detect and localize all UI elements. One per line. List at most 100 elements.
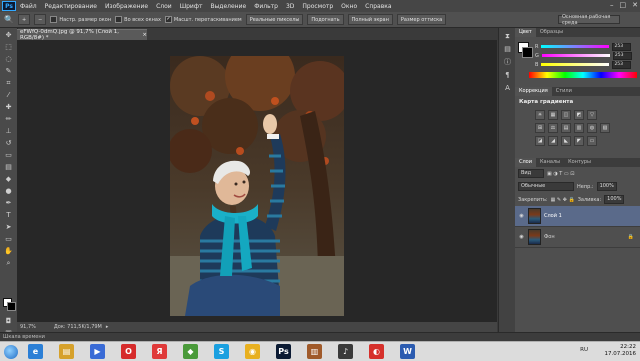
channel-value-b[interactable]: 253 [612, 60, 632, 69]
slider-g[interactable]: G 253 [515, 51, 640, 60]
marquee-tool-icon[interactable]: ⬚ [3, 42, 14, 52]
taskbar-app-icon[interactable]: ▤ [59, 344, 74, 359]
color-lookup-icon[interactable]: ▧ [600, 123, 610, 133]
color-balance-icon[interactable]: ⚖ [548, 123, 558, 133]
pen-tool-icon[interactable]: ✒ [3, 198, 14, 208]
taskbar-app-icon[interactable]: S [214, 344, 229, 359]
taskbar-app-icon[interactable]: W [400, 344, 415, 359]
background-color-swatch[interactable] [7, 302, 16, 311]
tab-swatches[interactable]: Образцы [536, 28, 567, 37]
start-button-icon[interactable] [4, 345, 18, 359]
paragraph-icon[interactable]: ¶ [503, 70, 513, 80]
taskbar-app-icon[interactable]: Я [152, 344, 167, 359]
properties-icon[interactable]: ▤ [503, 44, 513, 54]
channel-value-r[interactable]: 253 [612, 42, 632, 51]
taskbar-app-icon[interactable]: ◐ [369, 344, 384, 359]
path-select-tool-icon[interactable]: ➤ [3, 222, 14, 232]
all-windows-check[interactable]: Во всех окнах [115, 16, 161, 23]
zoom-in-icon[interactable]: + [17, 14, 31, 25]
bg-color-swatch[interactable] [522, 47, 533, 58]
taskbar-app-icon[interactable]: ◉ [245, 344, 260, 359]
layer-row[interactable]: ◉ Слой 1 [515, 206, 640, 227]
menu-view[interactable]: Просмотр [298, 3, 337, 10]
visibility-eye-icon[interactable]: ◉ [518, 234, 525, 240]
tab-adjustments[interactable]: Коррекция [515, 87, 552, 96]
lasso-tool-icon[interactable]: ◌ [3, 54, 14, 64]
invert-icon[interactable]: ◪ [535, 136, 545, 146]
taskbar-app-icon[interactable]: Ps [276, 344, 291, 359]
zoom-out-icon[interactable]: − [34, 14, 47, 25]
status-arrow-icon[interactable]: ▸ [106, 324, 109, 330]
posterize-icon[interactable]: ◢ [548, 136, 558, 146]
full-screen-button[interactable]: Полный экран [347, 14, 393, 25]
close-tab-icon[interactable]: × [142, 32, 147, 38]
vibrance-icon[interactable]: ▽ [587, 110, 597, 120]
language-indicator[interactable]: RU [580, 347, 588, 353]
color-spectrum[interactable] [529, 72, 637, 78]
photo-filter-icon[interactable]: ▥ [574, 123, 584, 133]
curves-icon[interactable]: ◫ [561, 110, 571, 120]
menu-help[interactable]: Справка [361, 3, 395, 10]
print-size-button[interactable]: Размер оттиска [396, 14, 447, 25]
layer-name[interactable]: Слой 1 [544, 213, 562, 219]
eraser-tool-icon[interactable]: ▭ [3, 150, 14, 160]
tab-channels[interactable]: Каналы [536, 158, 564, 167]
tab-layers[interactable]: Слои [515, 158, 536, 167]
lock-icons[interactable]: ▦ ✎ ✥ 🔒 [551, 197, 575, 203]
taskbar-app-icon[interactable]: ♪ [338, 344, 353, 359]
scrubby-zoom-check[interactable]: ✓ Масшт. перетаскиванием [164, 16, 242, 23]
tab-styles[interactable]: Стили [552, 87, 576, 96]
menu-filter[interactable]: Фильтр [250, 3, 282, 10]
channel-mixer-icon[interactable]: ◍ [587, 123, 597, 133]
filter-icons[interactable]: ▣ ◑ T ▭ ⊡ [547, 171, 574, 177]
resize-windows-check[interactable]: Настр. размер окон [50, 16, 111, 23]
layer-row[interactable]: ◉ Фон 🔒 [515, 227, 640, 248]
menu-file[interactable]: Файл [16, 3, 41, 10]
slider-track-g[interactable] [541, 54, 610, 57]
history-icon[interactable]: ⧗ [503, 31, 513, 41]
taskbar-app-icon[interactable]: ◆ [183, 344, 198, 359]
visibility-eye-icon[interactable]: ◉ [518, 213, 525, 219]
crop-tool-icon[interactable]: ⌗ [3, 78, 14, 88]
opacity-input[interactable]: 100% [596, 182, 617, 191]
slider-r[interactable]: R 253 [515, 42, 640, 51]
quick-select-tool-icon[interactable]: ✎ [3, 66, 14, 76]
zoom-tool-icon[interactable]: ⌕ [3, 258, 14, 268]
taskbar-app-icon[interactable]: O [121, 344, 136, 359]
black-white-icon[interactable]: ▤ [561, 123, 571, 133]
menu-select[interactable]: Выделение [206, 3, 250, 10]
zoom-tool-icon[interactable]: 🔍 [4, 15, 14, 24]
healing-tool-icon[interactable]: ✚ [3, 102, 14, 112]
close-icon[interactable]: ✕ [632, 1, 638, 9]
selective-color-icon[interactable]: ▭ [587, 136, 597, 146]
taskbar-app-icon[interactable]: ▶ [90, 344, 105, 359]
stamp-tool-icon[interactable]: ⊥ [3, 126, 14, 136]
exposure-icon[interactable]: ◩ [574, 110, 584, 120]
actual-pixels-button[interactable]: Реальные пикселы [245, 14, 304, 25]
slider-b[interactable]: B 253 [515, 60, 640, 69]
hue-saturation-icon[interactable]: ⊞ [535, 123, 545, 133]
minimize-icon[interactable]: – [610, 1, 614, 9]
quick-mask-icon[interactable]: ◘ [3, 316, 14, 326]
workspace-select[interactable]: Основная рабочая среда [558, 14, 620, 26]
document-tab[interactable]: eFWfQ-0dmQ.jpg @ 91,7% (Слой 1, RGB/8#) … [17, 29, 147, 41]
gradient-tool-icon[interactable]: ▤ [3, 162, 14, 172]
slider-track-b[interactable] [541, 63, 610, 66]
timeline-bar[interactable]: Шкала времени [0, 332, 640, 341]
brush-tool-icon[interactable]: ✏ [3, 114, 14, 124]
history-brush-tool-icon[interactable]: ↺ [3, 138, 14, 148]
type-tool-icon[interactable]: T [3, 210, 14, 220]
slider-track-r[interactable] [541, 45, 610, 48]
eyedropper-tool-icon[interactable]: ⁄ [3, 90, 14, 100]
brightness-icon[interactable]: ☀ [535, 110, 545, 120]
blend-mode-select[interactable]: Обычные [518, 182, 574, 191]
info-icon[interactable]: ⓘ [503, 57, 513, 67]
tab-color[interactable]: Цвет [515, 28, 536, 37]
threshold-icon[interactable]: ◣ [561, 136, 571, 146]
layer-kind-select[interactable]: Вид [518, 169, 544, 178]
menu-image[interactable]: Изображение [101, 3, 152, 10]
taskbar-app-icon[interactable]: ▥ [307, 344, 322, 359]
hand-tool-icon[interactable]: ✋ [3, 246, 14, 256]
tab-paths[interactable]: Контуры [564, 158, 595, 167]
taskbar-app-icon[interactable]: e [28, 344, 43, 359]
